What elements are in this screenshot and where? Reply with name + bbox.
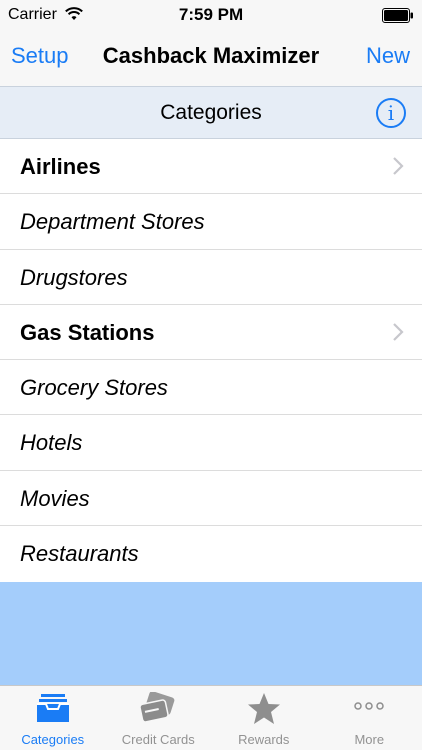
list-item-restaurants[interactable]: Restaurants — [0, 526, 422, 581]
chevron-right-icon — [393, 323, 404, 341]
categories-list: Airlines Department Stores Drugstores Ga… — [0, 139, 422, 582]
tab-bar: Categories Credit Cards Rewards More — [0, 685, 422, 750]
tab-label: Rewards — [238, 732, 290, 747]
chevron-right-icon — [393, 157, 404, 175]
tab-label: Categories — [21, 732, 85, 747]
status-bar: Carrier 7:59 PM — [0, 0, 422, 32]
tab-label: Credit Cards — [121, 732, 195, 747]
empty-content-area — [0, 582, 422, 685]
credit-cards-icon — [139, 692, 175, 723]
tab-credit-cards[interactable]: Credit Cards — [106, 686, 212, 750]
list-item-airlines[interactable]: Airlines — [0, 139, 422, 195]
list-item-label: Grocery Stores — [20, 375, 168, 401]
list-item-label: Gas Stations — [20, 319, 155, 345]
list-item-label: Movies — [20, 485, 90, 511]
list-item-department-stores[interactable]: Department Stores — [0, 194, 422, 250]
status-time: 7:59 PM — [178, 5, 244, 24]
setup-button[interactable]: Setup — [11, 43, 69, 69]
inbox-tray-icon — [36, 694, 69, 722]
list-item-drugstores[interactable]: Drugstores — [0, 250, 422, 305]
list-item-hotels[interactable]: Hotels — [0, 415, 422, 471]
section-title: Categories — [160, 101, 262, 124]
battery-icon — [382, 8, 413, 23]
section-header: Categories i — [0, 86, 422, 139]
list-item-label: Airlines — [20, 154, 101, 179]
list-item-label: Department Stores — [20, 209, 205, 235]
tab-rewards[interactable]: Rewards — [211, 686, 317, 750]
list-item-grocery-stores[interactable]: Grocery Stores — [0, 360, 422, 416]
list-item-label: Restaurants — [20, 541, 139, 567]
tab-categories[interactable]: Categories — [0, 686, 106, 750]
list-item-label: Hotels — [20, 430, 83, 456]
tab-label: More — [354, 732, 385, 747]
more-dots-icon — [354, 702, 384, 710]
list-item-movies[interactable]: Movies — [0, 471, 422, 527]
list-item-gas-stations[interactable]: Gas Stations — [0, 305, 422, 361]
tab-more[interactable]: More — [317, 686, 422, 750]
navigation-bar: Setup Cashback Maximizer New — [0, 32, 422, 86]
list-item-label: Drugstores — [20, 264, 128, 290]
new-button[interactable]: New — [366, 43, 410, 69]
info-icon[interactable]: i — [376, 98, 406, 128]
star-icon — [247, 693, 280, 724]
